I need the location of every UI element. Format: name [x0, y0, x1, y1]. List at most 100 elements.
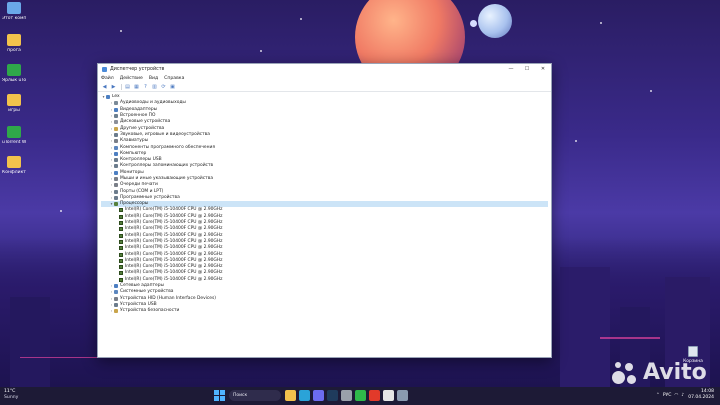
window-title: Диспетчер устройств — [110, 66, 165, 72]
utorrent-icon — [7, 64, 21, 76]
minimize-button[interactable]: — — [503, 64, 519, 74]
scan-icon[interactable]: ⟳ — [160, 83, 167, 90]
device-category-icon — [114, 177, 118, 181]
desktop-shortcut[interactable]: прога — [2, 34, 26, 53]
avito-watermark: Avito — [612, 360, 707, 385]
tree-category-label: Компьютер — [120, 150, 147, 156]
processor-label: Intel(R) Core(TM) i5-10400F CPU @ 2.90GH… — [125, 245, 223, 251]
tree-category-label: Системные устройства — [120, 289, 174, 295]
processor-icon — [119, 246, 123, 251]
device-category-icon — [114, 126, 118, 131]
folder-icon — [7, 156, 21, 168]
clock-date: 07.04.2024 — [688, 395, 714, 400]
toolbar-separator — [121, 83, 122, 90]
menu-bar: Файл Действие Вид Справка — [98, 74, 551, 82]
processor-label: Intel(R) Core(TM) i5-10400F CPU @ 2.90GH… — [125, 207, 223, 213]
desktop-shortcut[interactable]: игры — [2, 94, 26, 113]
start-button[interactable] — [214, 390, 225, 401]
taskbar-apps: Поиск — [214, 390, 411, 401]
store-icon[interactable] — [313, 390, 324, 401]
clock[interactable]: 14:08 07.04.2024 — [688, 389, 714, 401]
avito-wordmark: Avito — [643, 360, 707, 385]
tree-category-label: Контроллеры запоминающих устройств — [120, 163, 214, 169]
tree-category-label: Аудиовходы и аудиовыходы — [120, 100, 186, 106]
title-bar[interactable]: Диспетчер устройств — ☐ ✕ — [98, 64, 551, 74]
whatsapp-icon[interactable] — [355, 390, 366, 401]
tree-category-label: Другие устройства — [120, 125, 165, 131]
device-manager-window: Диспетчер устройств — ☐ ✕ Файл Действие … — [97, 63, 552, 358]
details-icon[interactable]: ▥ — [151, 83, 158, 90]
tree-category-label: Видеоадаптеры — [120, 106, 158, 112]
toolbar: ◀ ▶ ▤ ▦? ▥ ⟳ ▣ — [98, 82, 551, 92]
processor-label: Intel(R) Core(TM) i5-10400F CPU @ 2.90GH… — [125, 251, 223, 257]
device-category-icon — [114, 302, 118, 307]
desktop-shortcut-label: игры — [8, 108, 20, 113]
processor-icon — [119, 239, 123, 244]
device-category-icon — [114, 151, 118, 156]
settings-icon[interactable] — [341, 390, 352, 401]
processor-icon — [119, 271, 123, 276]
tree-category-label: Очереди печати — [120, 182, 158, 188]
processor-icon — [119, 227, 123, 232]
avito-logo-icon — [612, 361, 640, 385]
processor-icon — [119, 221, 123, 226]
device-manager-icon — [102, 66, 107, 72]
weather-condition: Sunny — [4, 395, 19, 400]
desktop-shortcut[interactable]: Этот компьютер — [2, 2, 26, 21]
device-category-icon — [114, 101, 118, 106]
menu-action[interactable]: Действие — [120, 76, 143, 81]
menu-file[interactable]: Файл — [101, 76, 114, 81]
computer-icon — [7, 2, 21, 14]
menu-view[interactable]: Вид — [149, 76, 158, 81]
taskbar-search[interactable]: Поиск — [229, 390, 281, 401]
system-tray: ⌃ РУС ◠ ♪ 14:08 07.04.2024 — [653, 389, 714, 401]
forward-icon[interactable]: ▶ — [110, 83, 117, 90]
file-explorer-icon[interactable] — [285, 390, 296, 401]
processor-label: Intel(R) Core(TM) i5-10400F CPU @ 2.90GH… — [125, 232, 223, 238]
steam-icon[interactable] — [327, 390, 338, 401]
show-hidden-icon[interactable]: ▦ — [133, 83, 140, 90]
close-button[interactable]: ✕ — [535, 64, 551, 74]
tree-category-label: Порты (COM и LPT) — [120, 188, 164, 194]
folder-icon — [7, 34, 21, 46]
processor-label: Intel(R) Core(TM) i5-10400F CPU @ 2.90GH… — [125, 276, 223, 282]
folder-icon — [7, 94, 21, 106]
device-category-icon — [114, 114, 118, 119]
desktop-shortcut-label: Этот компьютер — [2, 16, 26, 21]
processor-icon — [119, 258, 123, 263]
small-moon-graphic — [470, 20, 477, 27]
chevron-up-icon[interactable]: ⌃ — [656, 393, 660, 398]
desktop-shortcut[interactable]: Ярлык uTorrent — [2, 64, 26, 83]
device-manager-icon[interactable] — [397, 390, 408, 401]
device-tree: ▾ Lex › Аудиовходы и аудиовыходы › Видеоадапт… — [101, 94, 548, 354]
help-icon[interactable]: ? — [142, 83, 149, 90]
yandex-icon[interactable] — [369, 390, 380, 401]
processor-icon — [119, 265, 123, 270]
properties-icon[interactable]: ▤ — [124, 83, 131, 90]
desktop-shortcut-label: uTorrent Web — [2, 140, 26, 145]
monitor-icon[interactable]: ▣ — [169, 83, 176, 90]
weather-widget[interactable]: 11°C Sunny — [4, 389, 18, 401]
browser-icon[interactable] — [383, 390, 394, 401]
device-category-icon — [114, 290, 118, 295]
back-icon[interactable]: ◀ — [101, 83, 108, 90]
desktop-shortcut[interactable]: Конфликт — [2, 156, 26, 175]
edge-icon[interactable] — [299, 390, 310, 401]
processor-icon — [119, 208, 123, 213]
maximize-button[interactable]: ☐ — [519, 64, 535, 74]
device-category-icon — [114, 309, 118, 314]
tree-category-label: Устройства безопасности — [120, 308, 180, 314]
device-category-icon — [114, 170, 118, 175]
device-category-icon — [114, 195, 118, 200]
tree-category[interactable]: › Устройства безопасности — [101, 308, 548, 314]
utorrent-icon — [7, 126, 21, 138]
tree-category-label: Клавиатуры — [120, 138, 149, 144]
device-category-icon — [114, 158, 118, 163]
language-indicator[interactable]: РУС — [663, 393, 672, 398]
volume-icon[interactable]: ♪ — [681, 393, 684, 398]
menu-help[interactable]: Справка — [164, 76, 184, 81]
device-category-icon — [114, 107, 118, 112]
desktop-shortcut[interactable]: uTorrent Web — [2, 126, 26, 145]
network-icon[interactable]: ◠ — [674, 393, 678, 398]
device-category-icon — [114, 139, 118, 144]
